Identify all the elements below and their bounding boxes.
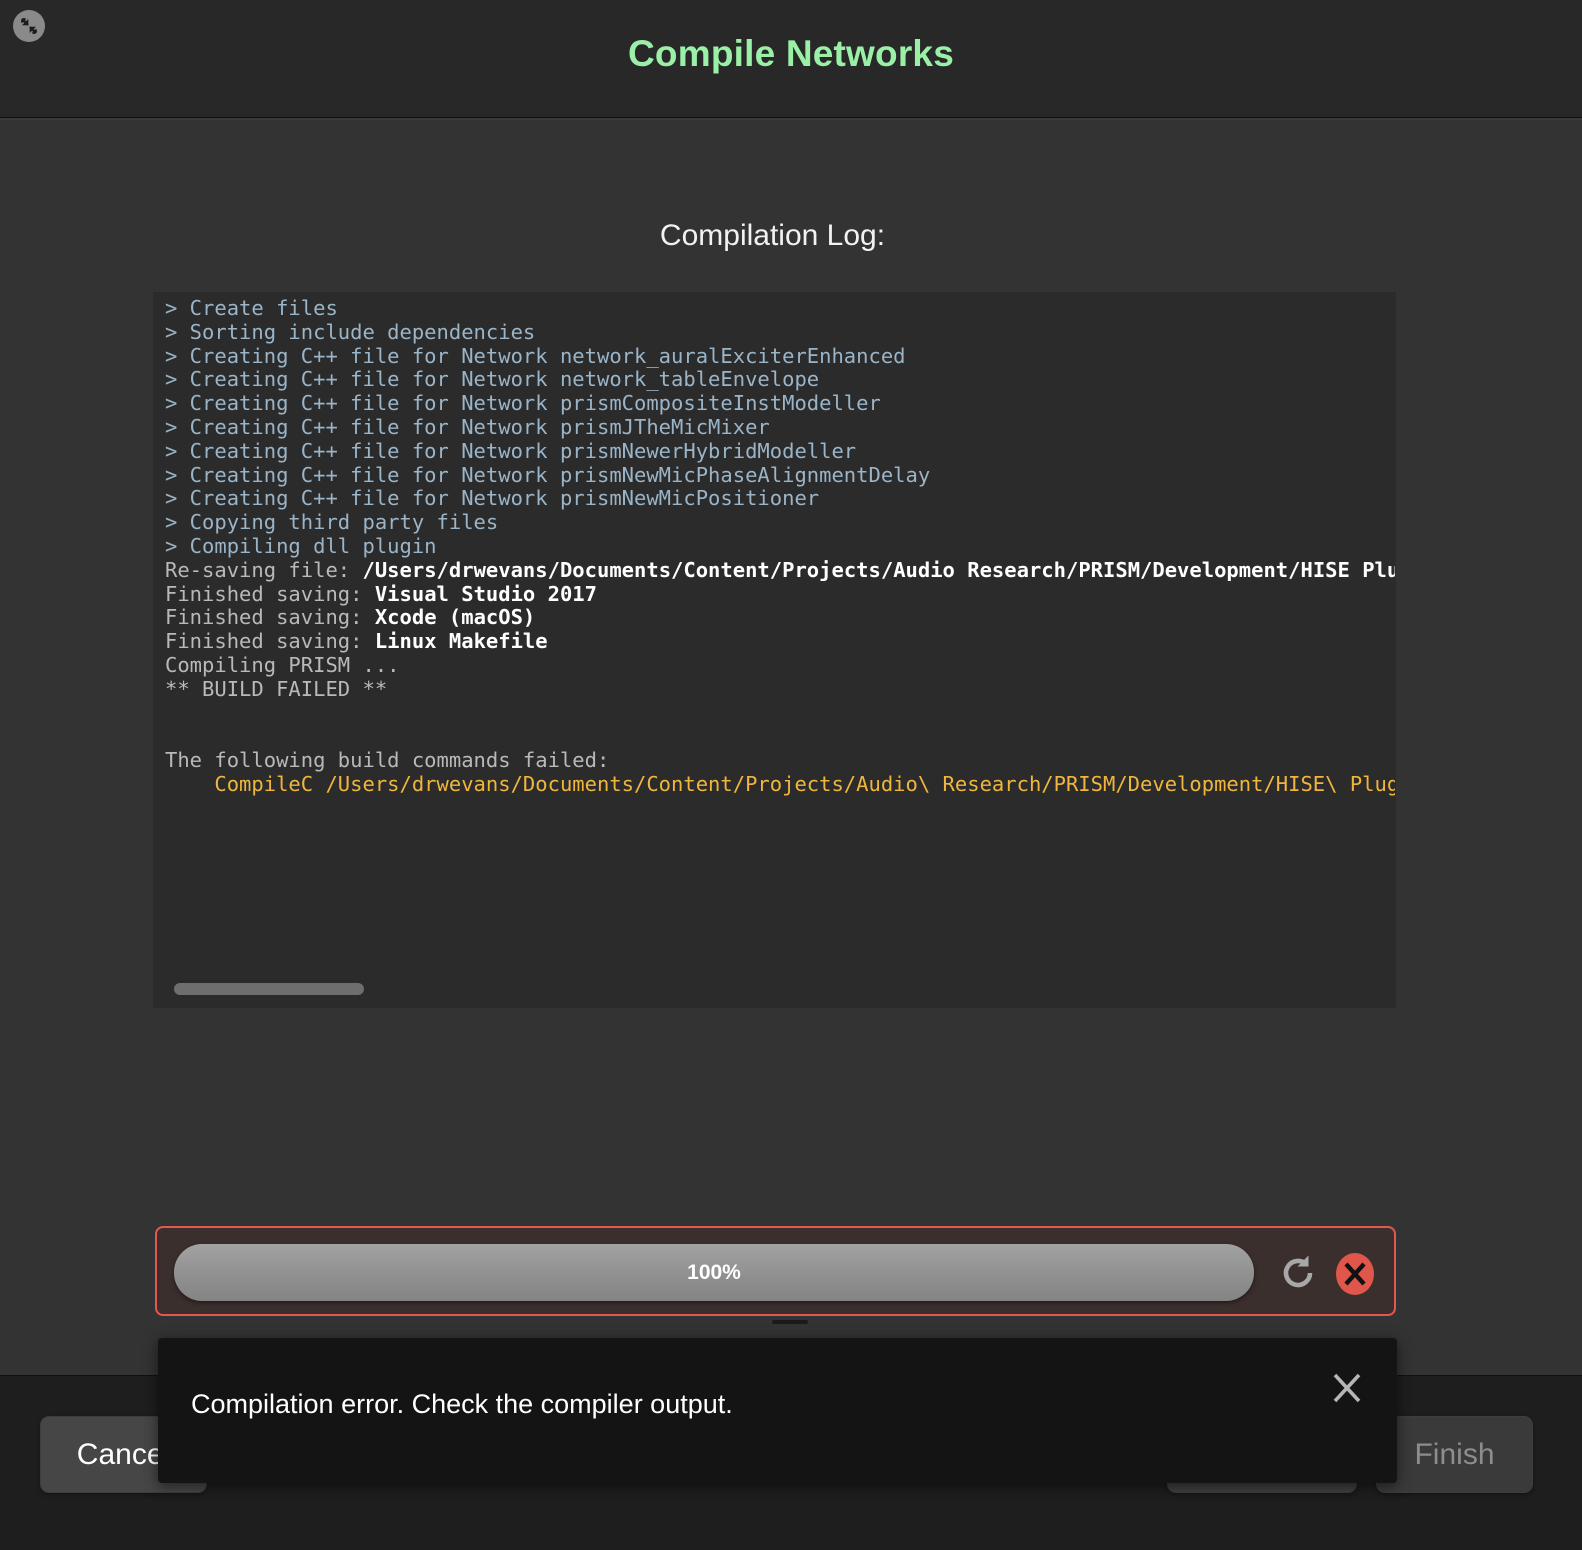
panel-drag-grip[interactable] [772,1320,808,1324]
error-toast: Compilation error. Check the compiler ou… [158,1338,1397,1483]
dialog-body: Compilation Log: > Create files > Sorting… [0,121,1582,1375]
progress-panel: 100% [155,1226,1396,1324]
horizontal-scrollbar-thumb[interactable] [174,983,364,995]
log-line: The following build commands failed: [165,748,610,773]
close-icon[interactable] [1327,1368,1367,1408]
log-line: > Creating C++ file for Network network_… [165,343,906,368]
log-line: > Creating C++ file for Network network_… [165,367,820,392]
log-line: Re-saving file: /Users/drwevans/Document… [165,557,1395,583]
compile-progress-bar: 100% [174,1244,1254,1301]
compilation-log-heading: Compilation Log: [659,219,886,252]
refresh-icon-glyph [1283,1255,1313,1288]
log-line: Finished saving: Visual Studio 2017 [165,581,597,606]
log-line: > Creating C++ file for Network prismNew… [165,438,857,463]
log-line: > Creating C++ file for Network prismJTh… [165,414,770,439]
log-line: > Copying third party files [165,510,499,535]
log-line: CompileC /Users/drwevans/Documents/Conte… [214,771,1395,796]
log-line: Finished saving: Linux Makefile [165,629,548,654]
log-line-emphasis: Linux Makefile [374,629,548,654]
log-line: > Creating C++ file for Network prismCom… [165,391,881,416]
error-toast-message: Compilation error. Check the compiler ou… [191,1389,733,1419]
log-line: ** BUILD FAILED ** [165,676,388,701]
horizontal-scrollbar[interactable] [166,983,1381,995]
stop-error-icon[interactable] [1333,1252,1377,1296]
window-titlebar: Compile Networks [0,0,1582,120]
compilation-log-lines: > Create files > Sorting include dependen… [165,296,1395,797]
log-line: Compiling PRISM ... [165,652,400,677]
progress-percent-label: 100% [687,1260,741,1284]
log-line-emphasis: Xcode (macOS) [374,605,536,630]
log-line-emphasis: /Users/drwevans/Documents/Content/Projec… [362,557,1395,582]
log-line: > Creating C++ file for Network prismNew… [165,462,931,487]
stop-error-icon-glyph [1336,1253,1374,1295]
finish-button[interactable]: Finish [1376,1416,1533,1493]
log-line: > Create files [165,296,338,320]
window-title: Compile Networks [628,33,954,74]
log-line-emphasis: Visual Studio 2017 [374,581,597,606]
compile-networks-window: Compile Networks Compilation Log: > Crea… [0,0,1582,1550]
log-line: Finished saving: Xcode (macOS) [165,605,536,630]
log-line: > Compiling dll plugin [165,533,437,558]
log-line: > Creating C++ file for Network prismNew… [165,486,820,511]
close-icon-glyph [1333,1373,1361,1403]
log-line: > Sorting include dependencies [165,319,536,344]
refresh-icon[interactable] [1277,1252,1319,1294]
compilation-log-console[interactable]: > Create files > Sorting include dependen… [153,292,1396,1008]
